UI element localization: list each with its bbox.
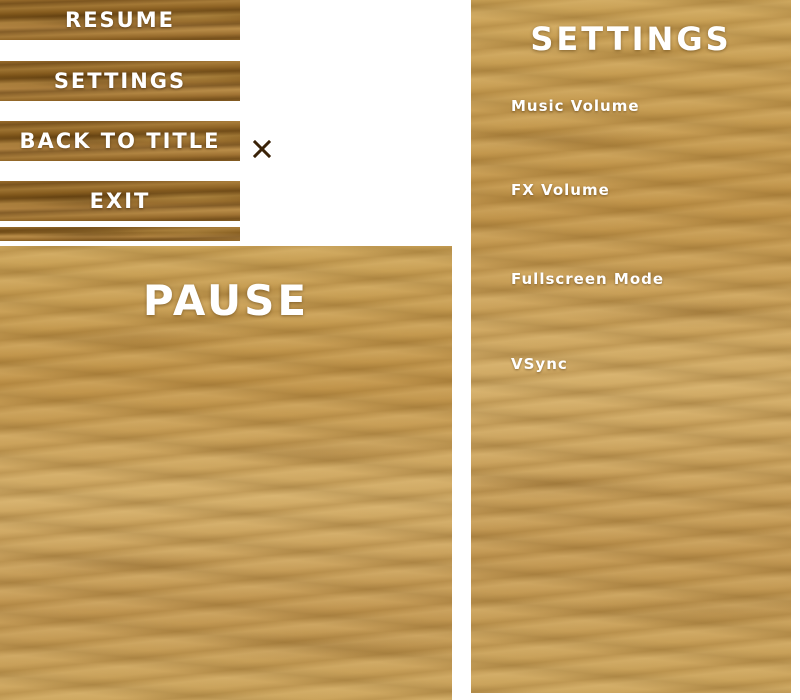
back-to-title-button[interactable]: BACK TO TITLE: [0, 121, 240, 161]
exit-button[interactable]: EXIT: [0, 181, 240, 221]
fx-volume-setting[interactable]: FX Volume: [511, 181, 610, 199]
exit-button-label: EXIT: [89, 189, 151, 213]
settings-button-label: SETTINGS: [53, 69, 187, 93]
pause-title: PAUSE: [142, 276, 310, 325]
vsync-setting[interactable]: VSync: [511, 355, 568, 373]
settings-panel: SETTINGS Music Volume FX Volume Fullscre…: [471, 0, 791, 693]
fullscreen-mode-setting[interactable]: Fullscreen Mode: [511, 270, 664, 288]
game-screen: RESUME SETTINGS BACK TO TITLE EXIT PAUSE…: [0, 0, 800, 700]
close-icon: [253, 140, 271, 158]
pause-panel: PAUSE: [0, 246, 452, 700]
partial-menu-button[interactable]: [0, 227, 240, 241]
settings-button[interactable]: SETTINGS: [0, 61, 240, 101]
close-button[interactable]: [247, 134, 277, 164]
settings-title: SETTINGS: [530, 20, 732, 58]
music-volume-setting[interactable]: Music Volume: [511, 97, 640, 115]
resume-button-label: RESUME: [65, 8, 175, 32]
back-to-title-button-label: BACK TO TITLE: [19, 129, 221, 153]
resume-button[interactable]: RESUME: [0, 0, 240, 40]
